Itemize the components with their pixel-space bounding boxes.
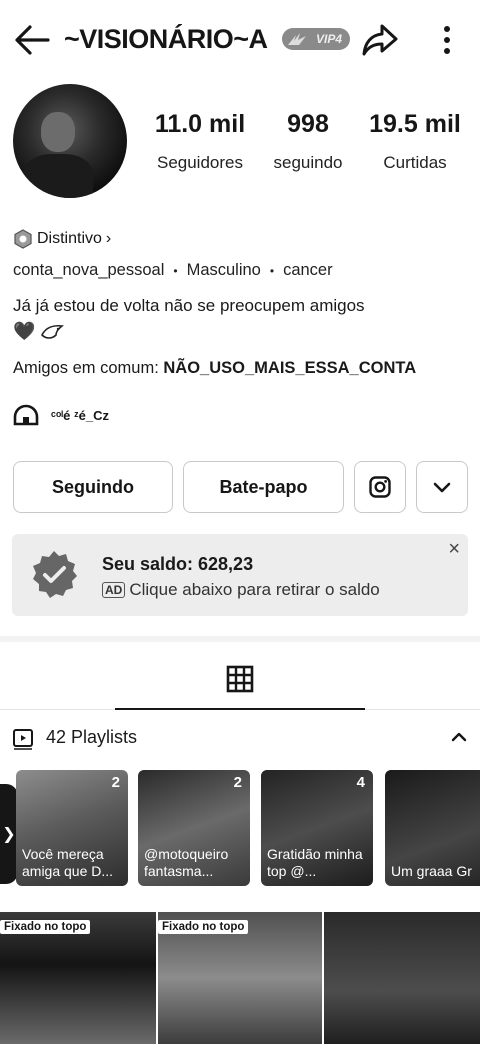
stat-following[interactable]: 998 seguindo <box>268 110 348 173</box>
playlists-header[interactable]: 42 Playlists <box>0 718 480 762</box>
chevron-right-icon: › <box>105 230 112 247</box>
stat-value: 19.5 mil <box>369 110 461 138</box>
video-thumbnail[interactable]: Fixado no topo <box>158 912 322 1044</box>
vip-badge-label: VIP4 <box>315 32 342 46</box>
following-button[interactable]: Seguindo <box>13 461 173 513</box>
close-ad-button[interactable]: × <box>448 538 460 561</box>
playlist-count: 2 <box>233 774 242 791</box>
playlist-count: 2 <box>111 774 120 791</box>
gender: Masculino <box>186 261 261 279</box>
video-thumbnail[interactable]: Fixado no topo <box>0 912 156 1044</box>
linked-account-name: ᶜᵒˡé ᶻé_Cz <box>51 407 109 423</box>
bio-emoji: 🖤 <box>13 321 65 342</box>
playlist-card[interactable]: 4 Gratidão minha top @... <box>261 770 373 886</box>
video-grid: Fixado no topo Fixado no topo <box>0 912 480 1044</box>
avatar-face <box>41 112 75 152</box>
chat-button[interactable]: Bate-papo <box>183 461 344 513</box>
instagram-icon <box>369 476 391 498</box>
chevron-up-icon[interactable] <box>448 726 470 748</box>
playlists-row: 2 Você mereça amiga que D... 2 @motoquei… <box>0 770 480 888</box>
more-options-icon[interactable] <box>432 20 462 60</box>
ad-tag: AD <box>102 582 126 598</box>
playlist-title: @motoqueiro fantasma... <box>144 846 229 879</box>
playlist-icon <box>13 729 33 750</box>
chevron-down-icon <box>433 482 451 493</box>
mutual-label: Amigos em comum: <box>13 359 159 377</box>
active-tab-indicator <box>115 707 365 710</box>
vip-badge: VIP4 <box>282 28 350 50</box>
playlist-card[interactable]: 2 @motoqueiro fantasma... <box>138 770 250 886</box>
stat-label: Curtidas <box>383 153 447 172</box>
instagram-button[interactable] <box>354 461 406 513</box>
home-arch-icon <box>13 404 39 426</box>
expand-suggestions-button[interactable] <box>416 461 468 513</box>
profile-username: ~VISIONÁRIO~A <box>64 24 268 54</box>
playlist-card[interactable]: 2 Você mereça amiga que D... <box>16 770 128 886</box>
playlist-card[interactable]: Um graaa Gr <box>385 770 480 886</box>
dove-icon <box>41 325 65 340</box>
avatar-body <box>23 154 93 198</box>
stat-label: Seguidores <box>156 153 243 172</box>
account-name: conta_nova_pessoal <box>13 261 165 279</box>
zodiac-sign: cancer <box>283 261 333 279</box>
playlist-title: Um graaa Gr <box>391 863 472 879</box>
bio-text: Já já estou de volta não se preocupem am… <box>13 296 365 315</box>
ad-balance-card[interactable]: Seu saldo: 628,23 AD Clique abaixo para … <box>12 534 468 616</box>
stat-value: 998 <box>287 110 329 138</box>
share-icon[interactable] <box>360 20 400 60</box>
playlist-title: Você mereça amiga que D... <box>22 846 114 879</box>
ad-subtitle-row: AD Clique abaixo para retirar o saldo <box>102 580 380 600</box>
stat-followers[interactable]: 11.0 mil Seguidores <box>152 110 248 173</box>
ad-title: Seu saldo: 628,23 <box>102 554 254 574</box>
pinned-label: Fixado no topo <box>158 920 249 934</box>
stat-likes[interactable]: 19.5 mil Curtidas <box>364 110 466 173</box>
wing-icon <box>288 33 306 45</box>
profile-meta: conta_nova_pessoal • Masculino • cancer <box>13 261 333 279</box>
top-bar: ~VISIONÁRIO~A VIP4 <box>0 0 480 80</box>
playlists-count-label: 42 Playlists <box>46 727 138 747</box>
back-arrow-icon[interactable] <box>12 22 52 58</box>
badge-link[interactable]: Distintivo › <box>13 229 111 249</box>
stat-label: seguindo <box>273 153 343 172</box>
stat-value: 11.0 mil <box>154 110 246 138</box>
pinned-label: Fixado no topo <box>0 920 91 934</box>
playlist-count: 4 <box>356 774 365 791</box>
mutual-friend-name: NÃO_USO_MAIS_ESSA_CONTA <box>163 359 417 377</box>
video-thumbnail[interactable] <box>324 912 480 1044</box>
badge-label: Distintivo <box>37 230 102 247</box>
playlist-title: Gratidão minha top @... <box>267 846 363 879</box>
avatar[interactable] <box>13 84 127 198</box>
grid-tab-icon[interactable] <box>225 664 255 694</box>
verified-badge-icon <box>33 551 77 598</box>
ad-subtitle: Clique abaixo para retirar o saldo <box>129 580 380 599</box>
content-tabs <box>0 650 480 710</box>
black-heart-emoji: 🖤 <box>13 321 36 341</box>
linked-account[interactable]: ᶜᵒˡé ᶻé_Cz <box>13 404 109 426</box>
hexagon-badge-icon <box>14 229 32 249</box>
section-divider <box>0 636 480 642</box>
mutual-friends[interactable]: Amigos em comum: NÃO_USO_MAIS_ESSA_CONTA <box>13 359 416 378</box>
